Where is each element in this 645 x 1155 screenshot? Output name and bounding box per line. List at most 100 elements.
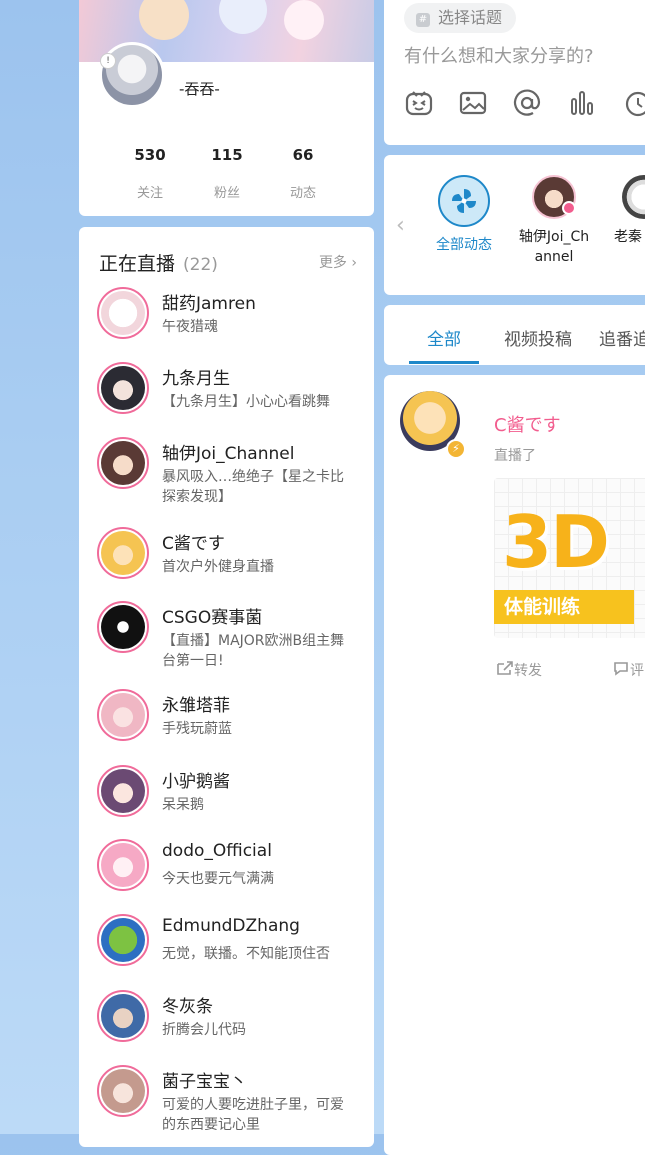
live-item[interactable]: 甜药Jamren 午夜猎魂 [97, 287, 367, 357]
live-item[interactable]: CSGO赛事菌【直播】MAJOR欧洲B组主舞台第一日! [97, 601, 367, 671]
live-cover-image[interactable]: 3D 体能训练 [494, 478, 645, 638]
live-header: 正在直播 (22) 更多 › [99, 249, 357, 275]
repost-button[interactable]: 转发 [496, 660, 542, 679]
live-avatar-image [101, 843, 145, 887]
feed-action-text: 直播了 [494, 448, 536, 464]
live-stream-title[interactable]: 手残玩蔚蓝 [162, 719, 357, 739]
share-icon [497, 661, 513, 675]
live-stream-title[interactable]: 午夜猎魂 [162, 317, 357, 337]
follow-avatar-joi [532, 175, 576, 219]
live-streamer-name[interactable]: dodo_Official [162, 841, 272, 861]
live-avatar-image [101, 441, 145, 485]
live-avatar[interactable] [97, 990, 149, 1042]
tab-video[interactable]: 视频投稿 [504, 325, 572, 350]
live-streamer-name[interactable]: EdmundDZhang [162, 916, 300, 936]
live-streamer-name[interactable]: 冬灰条 [162, 992, 213, 1017]
stat-posts-count: 66 [292, 146, 314, 164]
chevron-left-icon[interactable]: ‹ [396, 213, 405, 238]
live-avatar[interactable] [97, 765, 149, 817]
live-avatar[interactable] [97, 689, 149, 741]
live-avatar[interactable] [97, 1065, 149, 1117]
live-item[interactable]: dodo_Official 今天也要元气满满 [97, 839, 367, 909]
live-streamer-name[interactable]: C酱です [162, 529, 225, 554]
live-streamer-name[interactable]: 轴伊Joi_Channel [162, 439, 294, 464]
feed-card: ⚡ C酱です 直播了 3D 体能训练 转发 评 [384, 375, 645, 1155]
live-avatar[interactable] [97, 914, 149, 966]
live-stream-title[interactable]: 今天也要元气满满 [162, 869, 357, 889]
live-more-link[interactable]: 更多 › [319, 252, 357, 272]
live-stream-title[interactable]: 呆呆鹅 [162, 795, 357, 815]
live-stream-title[interactable]: 折腾会儿代码 [162, 1020, 357, 1040]
live-item[interactable]: 九条月生【九条月生】小心心看跳舞 [97, 362, 367, 432]
vote-icon[interactable] [567, 88, 597, 118]
live-avatar-image [101, 366, 145, 410]
live-title: 正在直播 [99, 253, 176, 275]
feed-tabs: 全部 视频投稿 追番追 [384, 305, 645, 365]
live-avatar-image [101, 605, 145, 649]
live-item[interactable]: 永雏塔菲 手残玩蔚蓝 [97, 689, 367, 759]
stat-fans[interactable]: 115 粉丝 [187, 146, 267, 201]
live-avatar-image [101, 769, 145, 813]
live-streamer-name[interactable]: 甜药Jamren [162, 289, 256, 314]
live-item[interactable]: 菌子宝宝丶可爱的人要吃进肚子里，可爱的东西要记心里 [97, 1065, 367, 1135]
topic-select-label: 选择话题 [438, 8, 503, 27]
comment-button[interactable]: 评 [612, 660, 644, 679]
live-streamer-name[interactable]: 九条月生 [162, 364, 230, 389]
live-streamer-name[interactable]: 菌子宝宝丶 [162, 1067, 247, 1092]
tab-all[interactable]: 全部 [427, 325, 461, 350]
live-stream-title[interactable]: 可爱的人要吃进肚子里，可爱的东西要记心里 [162, 1095, 357, 1135]
profile-avatar[interactable]: ! [99, 42, 165, 108]
live-avatar-image [101, 291, 145, 335]
lightning-badge-icon: ⚡ [446, 439, 466, 459]
live-item[interactable]: 小驴鹅酱 呆呆鹅 [97, 765, 367, 835]
live-item[interactable]: 冬灰条 折腾会儿代码 [97, 990, 367, 1060]
stat-posts[interactable]: 66 动态 [263, 146, 343, 201]
live-avatar-image [101, 918, 145, 962]
emoji-icon[interactable] [404, 88, 434, 118]
profile-name[interactable]: -吞吞- [179, 78, 220, 99]
feed-author-name[interactable]: C酱です [494, 411, 561, 437]
following-carousel: ‹ 全部动态 轴伊Joi_Ch annel 老秦 [384, 155, 645, 295]
live-avatar[interactable] [97, 287, 149, 339]
live-avatar[interactable] [97, 839, 149, 891]
live-streamer-name[interactable]: 小驴鹅酱 [162, 767, 230, 792]
live-stream-title[interactable]: 【九条月生】小心心看跳舞 [162, 392, 357, 412]
pendant-icon: ! [100, 53, 116, 69]
follow-item-qin-label: 老秦 [614, 229, 642, 245]
live-avatar[interactable] [97, 527, 149, 579]
cover-title-big: 3D [502, 500, 610, 584]
follow-item-qin[interactable]: 老秦 [604, 175, 645, 247]
chevron-right-icon: › [351, 255, 357, 271]
follow-item-all[interactable]: 全部动态 [424, 175, 504, 255]
stat-following[interactable]: 530 关注 [110, 146, 190, 201]
pinwheel-icon [438, 175, 490, 227]
tab-active-indicator [409, 361, 479, 364]
live-stream-title[interactable]: 无觉，联播。不知能顶住否 [162, 944, 357, 964]
follow-item-joi[interactable]: 轴伊Joi_Ch annel [514, 175, 594, 267]
live-avatar[interactable] [97, 437, 149, 489]
live-streamer-name[interactable]: 永雏塔菲 [162, 691, 230, 716]
live-more-label: 更多 [318, 255, 347, 271]
live-item[interactable]: 轴伊Joi_Channel 暴风吸入…绝绝子【星之卡比探索发现】 [97, 437, 367, 507]
topic-select-button[interactable]: # 选择话题 [404, 3, 517, 33]
follow-avatar-qin [622, 175, 645, 219]
live-item[interactable]: C酱です首次户外健身直播 [97, 527, 367, 597]
live-avatar[interactable] [97, 601, 149, 653]
live-avatar[interactable] [97, 362, 149, 414]
at-icon[interactable] [512, 88, 542, 118]
live-streamer-name[interactable]: CSGO赛事菌 [162, 603, 262, 628]
stat-following-label: 关注 [136, 186, 163, 201]
cover-title-band: 体能训练 [494, 590, 634, 624]
tab-bangumi[interactable]: 追番追 [599, 325, 645, 350]
profile-card: ! -吞吞- 530 关注 115 粉丝 66 动态 [79, 0, 374, 216]
live-item[interactable]: EdmundDZhang 无觉，联播。不知能顶住否 [97, 914, 367, 984]
live-stream-title[interactable]: 【直播】MAJOR欧洲B组主舞台第一日! [162, 631, 357, 671]
live-stream-title[interactable]: 首次户外健身直播 [162, 557, 357, 577]
stat-fans-label: 粉丝 [213, 186, 240, 201]
schedule-icon[interactable] [622, 88, 645, 118]
image-icon[interactable] [458, 88, 488, 118]
stat-posts-label: 动态 [289, 186, 316, 201]
live-stream-title[interactable]: 暴风吸入…绝绝子【星之卡比探索发现】 [162, 467, 357, 507]
composer-input[interactable]: 有什么想和大家分享的? [404, 42, 594, 68]
stat-fans-count: 115 [211, 146, 243, 164]
